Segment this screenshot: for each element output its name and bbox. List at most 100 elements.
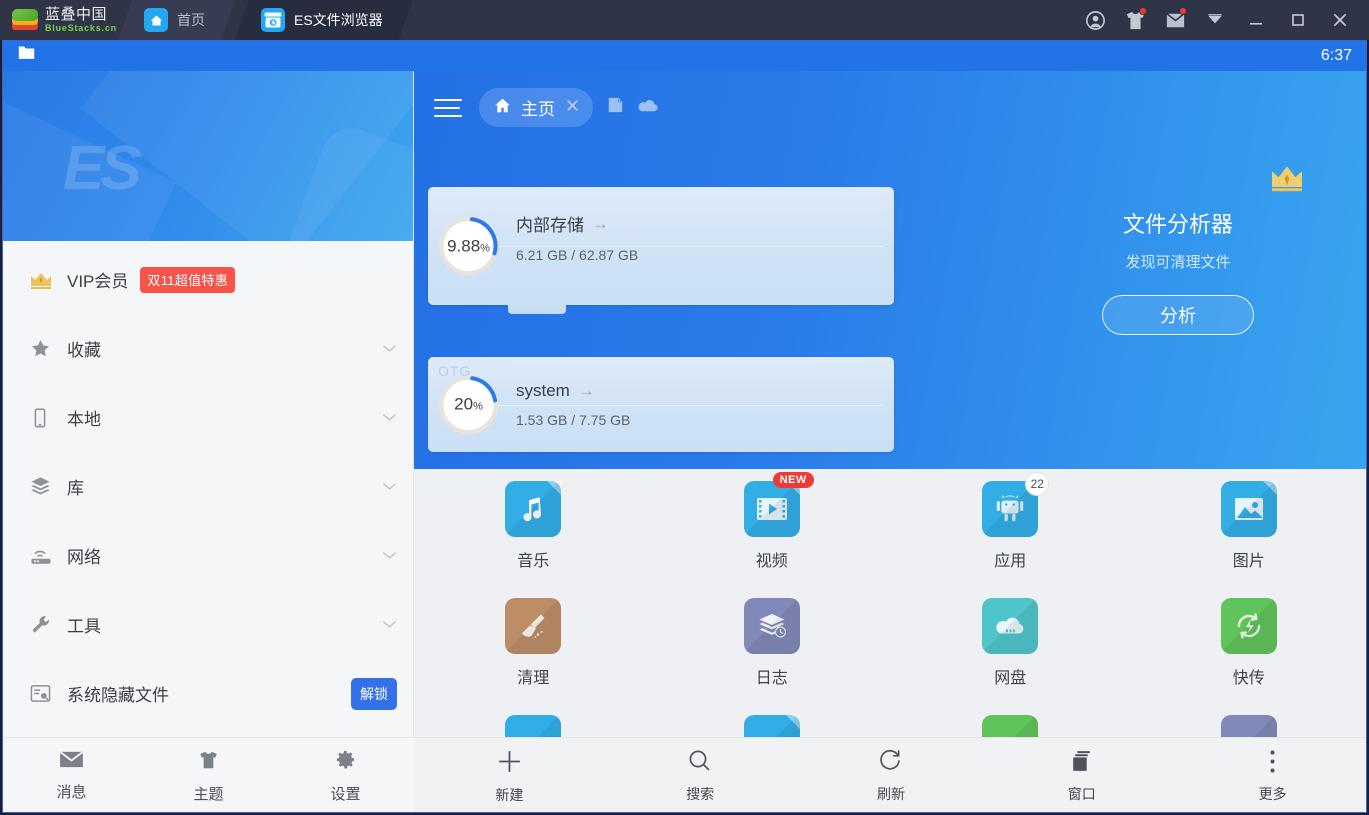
mail-icon[interactable] xyxy=(1155,0,1195,40)
image-icon xyxy=(1221,481,1277,537)
star-icon xyxy=(29,337,63,360)
storage-name-system: system → xyxy=(516,381,630,401)
app-tile-music-label: 音乐 xyxy=(517,547,549,571)
file-analyzer-subtitle: 发现可清理文件 xyxy=(1028,251,1328,272)
storage-percent-internal: 9.88% xyxy=(447,236,490,256)
toolbar-search[interactable]: 搜索 xyxy=(605,748,796,804)
new-badge: NEW xyxy=(773,472,814,488)
app-tile-pictures-label: 图片 xyxy=(1233,547,1265,571)
toolbar-windows-label: 窗口 xyxy=(1068,784,1096,804)
main-content: 主页 xyxy=(414,71,1367,813)
fast-share-icon xyxy=(1221,598,1277,654)
cloud-icon[interactable] xyxy=(637,97,659,118)
app-tile-pictures[interactable]: 图片 xyxy=(1130,481,1368,598)
app-tile-apps-label: 应用 xyxy=(994,547,1026,571)
bottom-toolbar: 新建 搜索 刷新 窗口 xyxy=(414,737,1367,813)
tshirt-theme-icon[interactable] xyxy=(1115,0,1155,40)
toolbar-windows[interactable]: 窗口 xyxy=(986,749,1177,804)
storage-card-internal[interactable]: 9.88% 内部存储 → 6.21 GB / 62.87 GB xyxy=(428,187,894,305)
app-tile-cloud-drive-label: 网盘 xyxy=(994,664,1026,688)
app-tile-clean-label: 清理 xyxy=(517,664,549,688)
sidebar-menu: VIP会员 双11超值特惠 收藏 本地 xyxy=(3,241,413,728)
storage-percent-system: 20% xyxy=(454,395,483,415)
emulator-tab-home[interactable]: 首页 xyxy=(118,0,235,40)
android-icon: 22 xyxy=(982,481,1038,537)
toolbar-new[interactable]: 新建 xyxy=(414,748,605,805)
sdcard-icon[interactable] xyxy=(606,97,624,118)
sidebar-item-vip[interactable]: VIP会员 双11超值特惠 xyxy=(3,245,413,314)
gear-icon xyxy=(334,748,357,776)
maximize-button[interactable] xyxy=(1277,0,1319,40)
unlock-button[interactable]: 解锁 xyxy=(351,678,397,710)
sidebar-nav-settings-label: 设置 xyxy=(330,783,360,804)
sidebar-item-hidden-files[interactable]: 系统隐藏文件 解锁 xyxy=(3,659,413,728)
network-icon xyxy=(29,545,63,567)
account-circle-icon[interactable] xyxy=(1075,0,1115,40)
home-icon xyxy=(493,96,512,120)
tab-home[interactable]: 主页 xyxy=(479,88,593,127)
toolbar-more[interactable]: 更多 xyxy=(1177,749,1367,804)
chevron-down-icon xyxy=(382,410,397,425)
emulator-tab-es-file-explorer[interactable]: ES文件浏览器 xyxy=(235,0,413,40)
main-toolbar: 主页 xyxy=(414,71,1367,127)
android-screen: 6:37 ES VIP会员 双11超值特惠 收藏 xyxy=(2,40,1367,813)
crown-icon[interactable] xyxy=(1268,163,1306,198)
bluestacks-logo-icon xyxy=(12,9,38,31)
close-button[interactable] xyxy=(1319,0,1361,40)
refresh-icon xyxy=(878,748,904,779)
chevron-down-icon xyxy=(382,479,397,494)
sidebar-item-local-label: 本地 xyxy=(67,405,101,430)
chevron-down-icon xyxy=(382,548,397,563)
sidebar-item-vip-label: VIP会员 xyxy=(67,267,128,292)
hamburger-icon[interactable] xyxy=(434,95,466,121)
chevron-down-icon xyxy=(382,341,397,356)
theme-notification-dot xyxy=(1139,7,1147,15)
sidebar-item-network[interactable]: 网络 xyxy=(3,521,413,590)
chevron-down-icon[interactable] xyxy=(1195,0,1235,40)
file-analyzer-panel: 文件分析器 发现可清理文件 分析 xyxy=(1028,207,1328,335)
toolbar-more-label: 更多 xyxy=(1259,784,1287,804)
app-tile-cloud-drive[interactable]: 网盘 xyxy=(891,598,1130,715)
brand-name-cn: 蓝叠中国 xyxy=(45,7,117,22)
sidebar-item-network-label: 网络 xyxy=(67,543,101,568)
sidebar-nav-messages[interactable]: 消息 xyxy=(3,750,140,802)
sidebar-item-tools[interactable]: 工具 xyxy=(3,590,413,659)
sidebar-nav-theme[interactable]: 主题 xyxy=(140,749,277,804)
toolbar-search-label: 搜索 xyxy=(686,784,714,804)
sidebar-item-tools-label: 工具 xyxy=(67,612,101,637)
sidebar-banner: ES xyxy=(3,71,413,241)
app-tile-clean[interactable]: 清理 xyxy=(414,598,653,715)
emulator-tab-home-label: 首页 xyxy=(177,10,205,30)
close-icon[interactable] xyxy=(564,97,581,119)
toolbar-refresh[interactable]: 刷新 xyxy=(796,748,987,804)
minimize-button[interactable] xyxy=(1235,0,1277,40)
app-tile-fast-share[interactable]: 快传 xyxy=(1130,598,1368,715)
storage-card-system[interactable]: OTG 20% system → 1.53 GB / 7.75 G xyxy=(428,357,894,452)
brand-name-en: BlueStacks.cn xyxy=(45,24,117,33)
sidebar-bottom-nav: 消息 主题 设置 xyxy=(3,737,414,813)
sidebar-item-local[interactable]: 本地 xyxy=(3,383,413,452)
app-tile-apps[interactable]: 22 应用 xyxy=(891,481,1130,598)
app-tile-video[interactable]: NEW 视频 xyxy=(653,481,892,598)
sidebar-item-favorites[interactable]: 收藏 xyxy=(3,314,413,383)
sidebar-item-library[interactable]: 库 xyxy=(3,452,413,521)
chevron-down-icon xyxy=(382,617,397,632)
storage-usage-system: 1.53 GB / 7.75 GB xyxy=(516,412,630,428)
hidden-file-icon xyxy=(29,683,63,704)
file-analyzer-title: 文件分析器 xyxy=(1028,207,1328,239)
storage-usage-ring-system: 20% xyxy=(440,376,497,433)
mail-icon xyxy=(59,750,84,774)
search-icon xyxy=(687,748,713,779)
app-tile-logs[interactable]: 日志 xyxy=(653,598,892,715)
emulator-titlebar: 蓝叠中国 BlueStacks.cn 首页 ES文件浏览器 xyxy=(0,0,1369,40)
vip-promo-badge: 双11超值特惠 xyxy=(140,267,235,293)
sidebar-nav-settings[interactable]: 设置 xyxy=(277,748,414,804)
analyze-button[interactable]: 分析 xyxy=(1102,295,1254,335)
app-tile-music[interactable]: 音乐 xyxy=(414,481,653,598)
home-icon xyxy=(144,8,168,32)
logs-icon xyxy=(744,598,800,654)
sidebar-nav-theme-label: 主题 xyxy=(193,783,223,804)
phone-icon xyxy=(29,407,63,429)
windows-icon xyxy=(1069,749,1094,779)
layers-icon xyxy=(29,475,63,498)
